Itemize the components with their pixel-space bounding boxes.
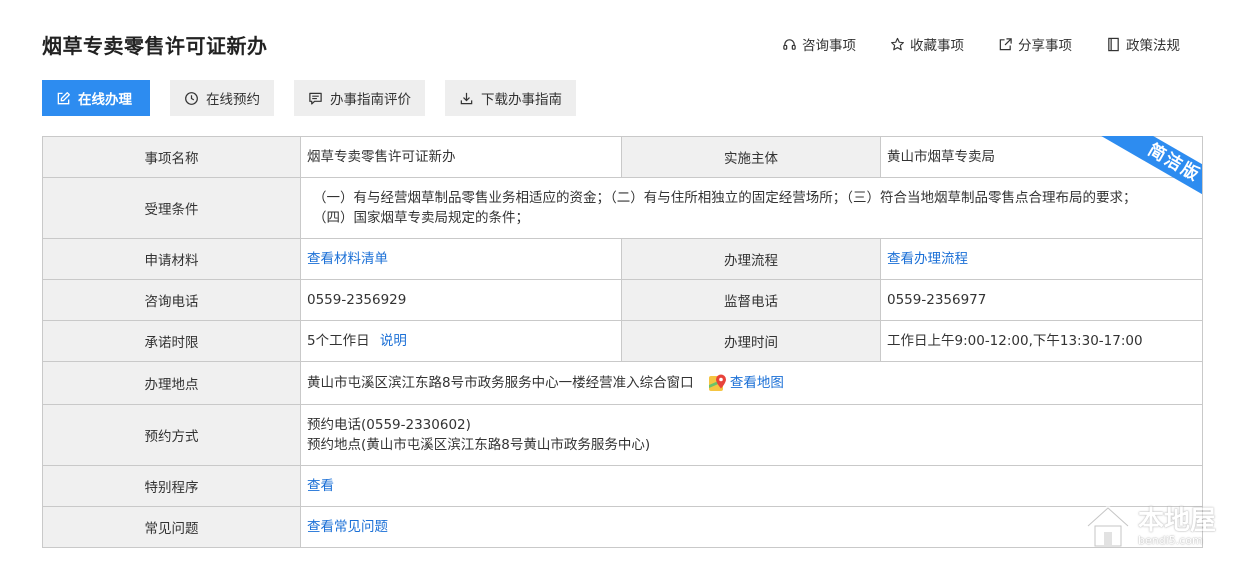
download-icon <box>460 92 473 104</box>
conditions-line: （四）国家烟草专卖局规定的条件； <box>313 210 529 226</box>
favorite-action[interactable]: 收藏事项 <box>890 34 964 54</box>
location-label: 办理地点 <box>42 361 301 405</box>
favorite-action-label: 收藏事项 <box>910 38 964 54</box>
conditions-label: 受理条件 <box>42 177 301 239</box>
page-title: 烟草专卖零售许可证新办 <box>42 34 268 58</box>
item-name-value: 烟草专卖零售许可证新办 <box>300 136 622 178</box>
faq-cell: 查看常见问题 <box>300 506 1203 548</box>
implementer-value: 黄山市烟草专卖局 <box>880 136 1203 178</box>
book-icon <box>1108 37 1119 51</box>
materials-link[interactable]: 查看材料清单 <box>307 251 388 267</box>
supervise-phone-label: 监督电话 <box>621 279 881 321</box>
table-row: 咨询电话 0559-2356929 监督电话 0559-2356977 <box>42 279 1203 321</box>
comment-icon <box>309 92 322 105</box>
online-handle-label: 在线办理 <box>78 92 132 108</box>
faq-label: 常见问题 <box>42 506 301 548</box>
faq-link[interactable]: 查看常见问题 <box>307 519 388 535</box>
share-icon <box>999 37 1012 50</box>
conditions-line: （一）有与经营烟草制品零售业务相适应的资金；（二）有与住所相独立的固定经营场所；… <box>313 190 1137 206</box>
consult-action-label: 咨询事项 <box>802 38 856 54</box>
online-booking-button[interactable]: 在线预约 <box>170 80 274 116</box>
watermark: 本地屋 bendi5.com <box>1084 504 1216 550</box>
special-link[interactable]: 查看 <box>307 478 334 494</box>
share-action-label: 分享事项 <box>1018 38 1072 54</box>
info-table: 事项名称 烟草专卖零售许可证新办 实施主体 黄山市烟草专卖局 受理条件 （一）有… <box>42 136 1203 548</box>
map-pin-icon <box>708 374 726 391</box>
table-row: 受理条件 （一）有与经营烟草制品零售业务相适应的资金；（二）有与住所相独立的固定… <box>42 177 1203 239</box>
download-guide-label: 下载办事指南 <box>481 92 562 108</box>
consult-phone-label: 咨询电话 <box>42 279 301 321</box>
special-label: 特别程序 <box>42 465 301 507</box>
special-cell: 查看 <box>300 465 1203 507</box>
booking-label: 预约方式 <box>42 404 301 466</box>
table-row: 常见问题 查看常见问题 <box>42 506 1203 548</box>
action-button-row: 在线办理 在线预约 办事指南评价 下载办事指南 <box>42 80 576 116</box>
online-handle-button[interactable]: 在线办理 <box>42 80 150 116</box>
booking-cell: 预约电话(0559-2330602) 预约地点(黄山市屯溪区滨江东路8号黄山市政… <box>300 404 1203 466</box>
download-guide-button[interactable]: 下载办事指南 <box>445 80 576 116</box>
house-logo-icon <box>1086 505 1130 547</box>
watermark-brand: 本地屋 <box>1137 506 1216 536</box>
star-icon <box>891 37 904 50</box>
time-limit-label: 承诺时限 <box>42 320 301 362</box>
edit-icon <box>57 91 70 104</box>
process-link[interactable]: 查看办理流程 <box>887 251 968 267</box>
policy-action[interactable]: 政策法规 <box>1106 34 1180 54</box>
guide-review-button[interactable]: 办事指南评价 <box>294 80 425 116</box>
table-row: 特别程序 查看 <box>42 465 1203 507</box>
time-limit-note-link[interactable]: 说明 <box>380 333 407 349</box>
watermark-text: 本地屋 bendi5.com <box>1138 507 1216 547</box>
map-link-label: 查看地图 <box>729 375 784 391</box>
table-row: 申请材料 查看材料清单 办理流程 查看办理流程 <box>42 238 1203 280</box>
time-limit-value: 5个工作日 <box>307 333 370 349</box>
table-row: 事项名称 烟草专卖零售许可证新办 实施主体 黄山市烟草专卖局 <box>42 136 1203 178</box>
supervise-phone-value: 0559-2356977 <box>880 279 1203 321</box>
process-cell: 查看办理流程 <box>880 238 1203 280</box>
time-limit-cell: 5个工作日 说明 <box>300 320 622 362</box>
online-booking-label: 在线预约 <box>206 92 260 108</box>
consult-phone-value: 0559-2356929 <box>300 279 622 321</box>
top-action-bar: 咨询事项 收藏事项 分享事项 政策法规 <box>782 34 1180 54</box>
map-link[interactable]: 查看地图 <box>708 373 784 393</box>
process-label: 办理流程 <box>621 238 881 280</box>
conditions-value: （一）有与经营烟草制品零售业务相适应的资金；（二）有与住所相独立的固定经营场所；… <box>300 177 1203 239</box>
clock-icon <box>185 91 198 105</box>
materials-label: 申请材料 <box>42 238 301 280</box>
item-name-label: 事项名称 <box>42 136 301 178</box>
share-action[interactable]: 分享事项 <box>998 34 1072 54</box>
office-hours-label: 办理时间 <box>621 320 881 362</box>
booking-place: 预约地点(黄山市屯溪区滨江东路8号黄山市政务服务中心) <box>307 437 651 453</box>
office-hours-value: 工作日上午9:00-12:00,下午13:30-17:00 <box>880 320 1203 362</box>
materials-cell: 查看材料清单 <box>300 238 622 280</box>
policy-action-label: 政策法规 <box>1126 38 1180 54</box>
headset-icon <box>783 38 796 50</box>
booking-phone: 预约电话(0559-2330602) <box>307 417 471 433</box>
guide-review-label: 办事指南评价 <box>330 92 411 108</box>
table-row: 预约方式 预约电话(0559-2330602) 预约地点(黄山市屯溪区滨江东路8… <box>42 404 1203 466</box>
watermark-url: bendi5.com <box>1137 534 1203 547</box>
implementer-label: 实施主体 <box>621 136 881 178</box>
location-cell: 黄山市屯溪区滨江东路8号市政务服务中心一楼经营准入综合窗口 查看地图 <box>300 361 1203 405</box>
consult-action[interactable]: 咨询事项 <box>782 34 856 54</box>
table-row: 承诺时限 5个工作日 说明 办理时间 工作日上午9:00-12:00,下午13:… <box>42 320 1203 362</box>
table-row: 办理地点 黄山市屯溪区滨江东路8号市政务服务中心一楼经营准入综合窗口 查看地图 <box>42 361 1203 405</box>
location-value: 黄山市屯溪区滨江东路8号市政务服务中心一楼经营准入综合窗口 <box>307 375 694 391</box>
